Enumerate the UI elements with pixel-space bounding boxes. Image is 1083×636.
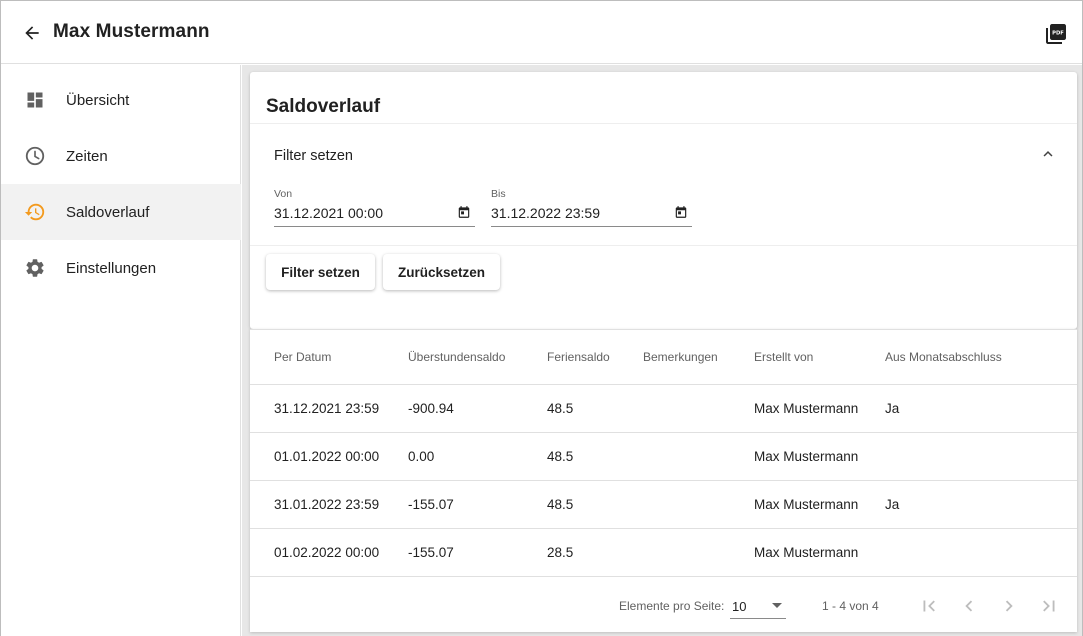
page-size-label: Elemente pro Seite:: [619, 599, 725, 613]
clock-icon: [23, 144, 47, 168]
table-row: 01.01.2022 00:00 0.00 48.5 Max Musterman…: [250, 432, 1077, 480]
pdf-export-button[interactable]: PDF: [1042, 20, 1070, 48]
table-row: 31.01.2022 23:59 -155.07 48.5 Max Muster…: [250, 480, 1077, 528]
back-button[interactable]: [19, 20, 45, 46]
to-date-field[interactable]: 31.12.2022 23:59: [491, 199, 692, 227]
reset-filter-button[interactable]: Zurücksetzen: [383, 254, 500, 290]
filter-card: Saldoverlauf Filter setzen Von 31.12.202…: [250, 72, 1077, 329]
sidebar: Übersicht Zeiten Saldoverlauf Einstellun…: [1, 65, 241, 636]
column-header: Per Datum: [274, 350, 332, 364]
collapse-filter-button[interactable]: [1038, 144, 1058, 164]
dropdown-caret-icon: [772, 603, 782, 608]
last-page-icon: [1043, 600, 1055, 612]
column-header: Aus Monatsabschluss: [885, 350, 1002, 364]
app-header: Max Mustermann PDF: [1, 1, 1082, 64]
cell-created-by: Max Mustermann: [754, 449, 859, 464]
sidebar-item-uebersicht[interactable]: Übersicht: [1, 72, 241, 128]
paginator: Elemente pro Seite: 10 1 - 4 von 4: [250, 576, 1077, 633]
sidebar-item-label: Übersicht: [66, 91, 130, 109]
pdf-icon: PDF: [1046, 24, 1066, 44]
column-header: Bemerkungen: [643, 350, 718, 364]
last-page-button[interactable]: [1037, 594, 1061, 618]
cell-vacation: 28.5: [547, 545, 574, 560]
sidebar-item-einstellungen[interactable]: Einstellungen: [1, 240, 241, 296]
calendar-icon[interactable]: [674, 205, 688, 219]
cell-overtime: -155.07: [408, 497, 454, 512]
to-date-value: 31.12.2022 23:59: [491, 205, 600, 221]
gear-icon: [23, 256, 47, 280]
cell-vacation: 48.5: [547, 497, 574, 512]
main-content: Saldoverlauf Filter setzen Von 31.12.202…: [242, 65, 1082, 636]
page-size-select[interactable]: 10: [730, 593, 786, 619]
chevron-up-icon: [1043, 151, 1053, 157]
dashboard-icon: [23, 88, 47, 112]
sidebar-item-label: Saldoverlauf: [66, 203, 150, 221]
cell-date: 31.01.2022 23:59: [274, 497, 380, 512]
first-page-icon: [923, 600, 935, 612]
balance-table: Per Datum Überstundensaldo Feriensaldo B…: [250, 329, 1077, 632]
cell-date: 01.02.2022 00:00: [274, 545, 380, 560]
previous-page-button[interactable]: [957, 594, 981, 618]
filter-panel-header[interactable]: Filter setzen: [274, 148, 353, 164]
divider: [250, 245, 1077, 246]
sidebar-item-zeiten[interactable]: Zeiten: [1, 128, 241, 184]
cell-vacation: 48.5: [547, 449, 574, 464]
next-page-button[interactable]: [997, 594, 1021, 618]
calendar-icon[interactable]: [457, 205, 471, 219]
cell-date: 31.12.2021 23:59: [274, 401, 380, 416]
cell-monthly-close: Ja: [885, 497, 900, 512]
from-date-value: 31.12.2021 00:00: [274, 205, 383, 221]
first-page-button[interactable]: [917, 594, 941, 618]
from-date-field[interactable]: 31.12.2021 00:00: [274, 199, 475, 227]
column-header: Feriensaldo: [547, 350, 610, 364]
cell-created-by: Max Mustermann: [754, 401, 859, 416]
chevron-right-icon: [1005, 600, 1013, 612]
card-title: Saldoverlauf: [266, 96, 381, 117]
cell-vacation: 48.5: [547, 401, 574, 416]
cell-overtime: 0.00: [408, 449, 435, 464]
page-size-value: 10: [732, 599, 747, 614]
chevron-left-icon: [965, 600, 973, 612]
column-header: Erstellt von: [754, 350, 814, 364]
arrow-back-icon: [25, 26, 39, 40]
cell-overtime: -900.94: [408, 401, 454, 416]
sidebar-item-saldoverlauf[interactable]: Saldoverlauf: [1, 184, 241, 240]
svg-text:PDF: PDF: [1052, 31, 1064, 37]
history-icon: [23, 200, 47, 224]
table-row: 01.02.2022 00:00 -155.07 28.5 Max Muster…: [250, 528, 1077, 576]
page-title: Max Mustermann: [53, 21, 210, 42]
cell-created-by: Max Mustermann: [754, 545, 859, 560]
sidebar-item-label: Zeiten: [66, 147, 108, 165]
cell-date: 01.01.2022 00:00: [274, 449, 380, 464]
divider: [250, 123, 1077, 124]
table-row: 31.12.2021 23:59 -900.94 48.5 Max Muster…: [250, 384, 1077, 432]
page-range-label: 1 - 4 von 4: [822, 599, 879, 613]
cell-created-by: Max Mustermann: [754, 497, 859, 512]
apply-filter-button[interactable]: Filter setzen: [266, 254, 375, 290]
cell-overtime: -155.07: [408, 545, 454, 560]
column-header: Überstundensaldo: [408, 350, 506, 364]
sidebar-item-label: Einstellungen: [66, 259, 157, 277]
cell-monthly-close: Ja: [885, 401, 900, 416]
